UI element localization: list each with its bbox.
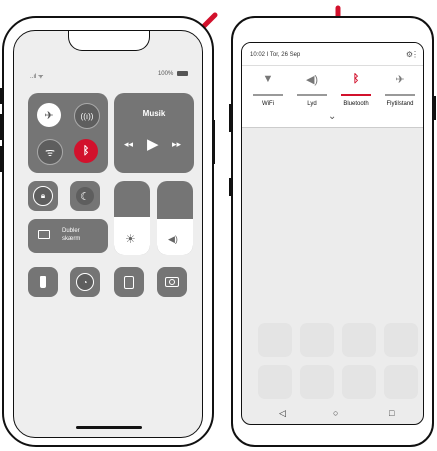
bluetooth-toggle[interactable]: ᛒ [74,139,98,163]
brightness-icon: ☀ [125,232,136,246]
rewind-icon[interactable]: ◂◂ [124,139,133,150]
do-not-disturb-button[interactable]: ☾ [70,181,100,211]
app-placeholder [342,365,376,399]
app-placeholder [300,323,334,357]
flashlight-icon [40,276,46,288]
iphone-volume-up [0,114,3,140]
rotation-lock-button[interactable]: 🔒︎ [28,181,58,211]
bluetooth-icon: ᛒ [82,145,90,157]
qs-bluetooth-indicator [341,94,371,96]
app-placeholder [258,365,292,399]
fast-forward-icon[interactable]: ▸▸ [172,139,181,150]
screen-mirroring-label: Dubler skærm [62,227,80,243]
iphone-volume-down [0,146,3,172]
battery-percent: 100% [157,71,174,78]
android-volume-button [229,104,232,132]
more-options-icon[interactable]: ⋮ [411,50,419,59]
screen-mirroring-line1: Dubler [62,228,80,234]
home-indicator[interactable] [76,426,142,429]
expand-chevron-icon[interactable]: ⌄ [328,111,336,122]
android-power-button [433,96,436,120]
cellular-data-toggle[interactable]: ((ı)) [74,103,100,129]
qs-bluetooth-label: Bluetooth [343,101,369,107]
airplane-icon: ✈ [395,74,405,86]
cellular-icon: ((ı)) [80,111,94,121]
wifi-icon: ᯤ [44,146,56,159]
app-placeholder [258,323,292,357]
volume-slider[interactable]: ◀) [157,181,193,255]
screen-mirroring-icon [38,230,50,239]
qs-airplane-indicator [385,94,415,96]
media-title: Musik [142,109,166,118]
camera-button[interactable] [157,267,187,297]
app-placeholder [384,323,418,357]
timer-icon: ◔ [76,273,94,291]
wifi-icon: ▼ [262,73,274,85]
wifi-toggle[interactable]: ᯤ [37,139,63,165]
moon-icon: ☾ [76,187,94,205]
screen-mirroring-line2: skærm [62,236,81,242]
iphone-notch [68,31,150,51]
app-placeholder [342,323,376,357]
android-status-text: 10:02 I Tor, 26 Sep [250,52,301,58]
back-icon[interactable]: ◁ [279,408,286,419]
qs-airplane-label: Flytilstand [386,101,414,107]
iphone-mute-switch [0,88,3,104]
battery-icon [177,71,188,76]
recents-icon[interactable]: □ [389,408,394,418]
iphone-power-button [212,120,215,164]
android-screen: 10:02 I Tor, 26 Sep ⚙ ⋮ ▼ ◀) ᛒ ✈ WiFi Ly… [241,42,424,425]
connectivity-tile: ✈ ((ı)) ᯤ ᛒ [28,93,108,173]
calculator-icon [124,275,134,289]
app-placeholder [300,365,334,399]
play-icon[interactable]: ▶ [147,135,159,153]
media-tile: Musik ◂◂ ▶ ▸▸ [114,93,194,173]
qs-sound-label: Lyd [307,101,317,107]
iphone-screen: ..ıl ᯤ 100% ✈ ((ı)) ᯤ ᛒ Musik ◂◂ ▶ ▸▸ 🔒︎… [13,30,203,438]
qs-wifi-indicator [253,94,283,96]
brightness-slider[interactable]: ☀ [114,181,150,255]
camera-icon [165,277,179,287]
timer-button[interactable]: ◔ [70,267,100,297]
status-divider [242,65,423,66]
quick-settings-panel: 10:02 I Tor, 26 Sep ⚙ ⋮ ▼ ◀) ᛒ ✈ WiFi Ly… [242,43,423,128]
airplane-icon: ✈ [44,109,54,122]
qs-wifi-label: WiFi [262,101,274,107]
volume-icon: ◀) [168,234,178,244]
battery-indicator: 100% [158,71,188,77]
sound-icon: ◀) [305,74,319,86]
calculator-button[interactable] [114,267,144,297]
app-placeholder [384,365,418,399]
qs-airplane-tile[interactable]: ✈ [378,73,422,86]
qs-sound-indicator [297,94,327,96]
airplane-mode-toggle[interactable]: ✈ [37,103,61,127]
qs-wifi-tile[interactable]: ▼ [246,73,290,85]
flashlight-button[interactable] [28,267,58,297]
signal-indicator: ..ıl ᯤ [30,74,44,80]
android-side-button [229,178,232,196]
qs-sound-tile[interactable]: ◀) [290,73,334,86]
bluetooth-icon: ᛒ [352,73,360,85]
rotation-lock-icon: 🔒︎ [33,186,53,206]
screen-mirroring-button[interactable]: Dubler skærm [28,219,108,253]
home-circle-icon[interactable]: ○ [333,408,338,418]
qs-bluetooth-tile[interactable]: ᛒ [334,73,378,85]
